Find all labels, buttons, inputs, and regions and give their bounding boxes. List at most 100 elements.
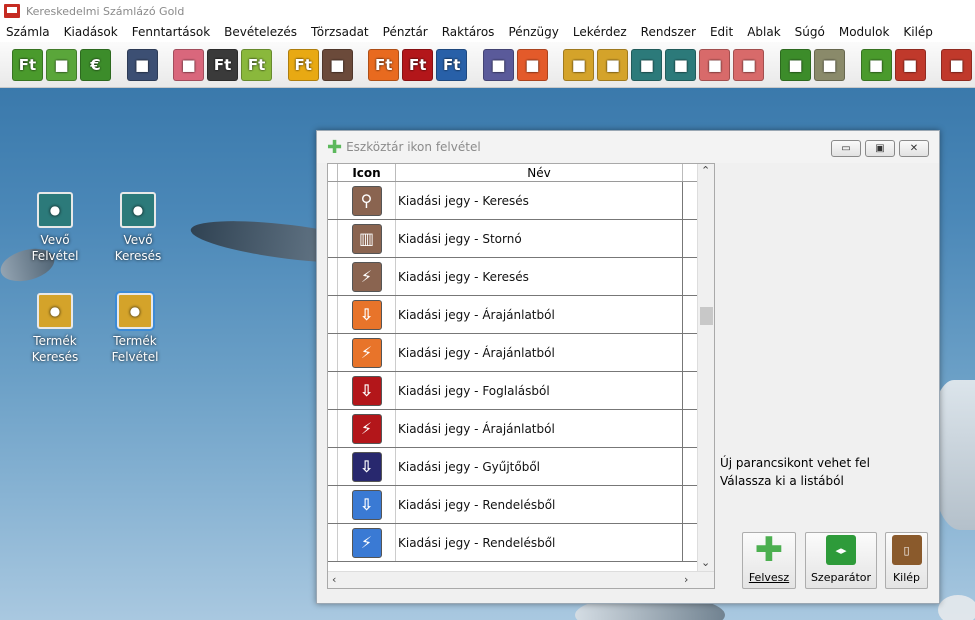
table-row[interactable]: ⇩ Kiadási jegy - Árajánlatból: [328, 296, 714, 334]
tools-icon[interactable]: ■: [699, 48, 731, 81]
menu-item[interactable]: Rendszer: [641, 25, 696, 39]
row-icon-cell: ⚡: [338, 334, 396, 371]
row-selector[interactable]: [328, 296, 338, 333]
table-row[interactable]: ⇩ Kiadási jegy - Gyűjtőből: [328, 448, 714, 486]
menu-item[interactable]: Modulok: [839, 25, 890, 39]
scroll-up-icon[interactable]: ⌃: [701, 164, 710, 177]
desktop-shortcut[interactable]: ● Termék Keresés: [20, 293, 90, 365]
vertical-scrollbar[interactable]: ⌃ ⌄: [697, 164, 714, 572]
truck-icon[interactable]: ■: [482, 48, 514, 81]
exit-icon[interactable]: ■: [941, 48, 973, 81]
table-row[interactable]: ▥ Kiadási jegy - Stornó: [328, 220, 714, 258]
menu-item[interactable]: Törzsadat: [311, 25, 369, 39]
menu-item[interactable]: Raktáros: [442, 25, 495, 39]
row-selector[interactable]: [328, 524, 338, 561]
menu-item[interactable]: Bevételezés: [224, 25, 297, 39]
settings-icon[interactable]: ■: [813, 48, 845, 81]
row-icon-cell: ⚲: [338, 182, 396, 219]
menu-item[interactable]: Pénztár: [383, 25, 428, 39]
table-row[interactable]: ⚡ Kiadási jegy - Árajánlatból: [328, 410, 714, 448]
row-selector[interactable]: [328, 258, 338, 295]
row-selector[interactable]: [328, 182, 338, 219]
scroll-down-icon[interactable]: ⌄: [701, 556, 710, 569]
trash-icon: ▥: [351, 223, 382, 254]
row-name-cell: Kiadási jegy - Rendelésből: [396, 486, 683, 523]
column-header-name[interactable]: Név: [396, 164, 683, 181]
forint-green-icon[interactable]: Ft: [241, 48, 273, 81]
menu-bar: Számla Kiadások Fenntartások Bevételezés Tör…: [0, 22, 975, 42]
menu-item[interactable]: Pénzügy: [508, 25, 558, 39]
download-icon[interactable]: ■: [779, 48, 811, 81]
grid-rows: ⚲ Kiadási jegy - Keresés ▥ Kiadási jegy - S…: [328, 182, 714, 562]
forint-dark-icon[interactable]: Ft: [207, 48, 239, 81]
user-out-icon[interactable]: ■: [894, 48, 926, 81]
download-arrow-icon: ⇩: [351, 375, 382, 406]
exit-button[interactable]: ▯ Kilép: [885, 532, 928, 589]
door-exit-icon: ▯: [891, 535, 922, 565]
row-selector[interactable]: [328, 410, 338, 447]
desktop-shortcut[interactable]: ● Vevő Keresés: [103, 192, 173, 264]
column-header-icon[interactable]: Icon: [338, 164, 396, 181]
euro-icon[interactable]: €: [80, 48, 111, 81]
row-selector[interactable]: [328, 220, 338, 257]
scroll-thumb[interactable]: [700, 307, 713, 325]
row-selector[interactable]: [328, 486, 338, 523]
desktop-shortcut-label: Termék Felvétel: [111, 334, 159, 364]
minimize-button[interactable]: ▭: [831, 140, 861, 157]
table-row[interactable]: ⚡ Kiadási jegy - Árajánlatból: [328, 334, 714, 372]
add-button[interactable]: ✚ Felvesz: [742, 530, 796, 589]
plus-icon: ✚: [327, 136, 343, 158]
scroll-right-icon[interactable]: ›: [684, 573, 688, 586]
user-in-icon[interactable]: ■: [860, 48, 892, 81]
row-selector[interactable]: [328, 372, 338, 409]
menu-item[interactable]: Kiadások: [64, 25, 118, 39]
user-add-icon: ●: [37, 192, 73, 228]
scroll-left-icon[interactable]: ‹: [332, 573, 336, 586]
row-name-cell: Kiadási jegy - Rendelésből: [396, 524, 683, 561]
lightning-icon: ⚡: [351, 261, 382, 292]
table-row[interactable]: ⚲ Kiadási jegy - Keresés: [328, 182, 714, 220]
user-icon[interactable]: ■: [631, 48, 663, 81]
menu-item[interactable]: Ablak: [747, 25, 780, 39]
forint-orange-icon[interactable]: Ft: [368, 48, 400, 81]
desktop-shortcut-label: Vevő Felvétel: [31, 233, 79, 263]
desktop-shortcut-label: Termék Keresés: [31, 334, 79, 364]
menu-item[interactable]: Kilép: [903, 25, 933, 39]
invoice-icon[interactable]: ■: [46, 48, 77, 81]
desktop-shortcut[interactable]: ● Termék Felvétel: [100, 291, 170, 365]
table-row[interactable]: ⚡ Kiadási jegy - Keresés: [328, 258, 714, 296]
table-row[interactable]: ⇩ Kiadási jegy - Rendelésből: [328, 486, 714, 524]
separator-button[interactable]: ◂▸ Szeparátor: [805, 532, 877, 589]
menu-item[interactable]: Fenntartások: [132, 25, 210, 39]
forint-yellow-icon[interactable]: Ft: [287, 48, 319, 81]
maximize-button[interactable]: ▣: [865, 140, 895, 157]
menu-item[interactable]: Edit: [710, 25, 733, 39]
apple-icon[interactable]: ■: [321, 48, 353, 81]
table-row[interactable]: ⚡ Kiadási jegy - Rendelésből: [328, 524, 714, 562]
search-red-icon[interactable]: ■: [733, 48, 765, 81]
row-icon-cell: ⚡: [338, 410, 396, 447]
forint-blue-icon[interactable]: Ft: [436, 48, 468, 81]
exit-button-label: Kilép: [892, 571, 921, 584]
forint-icon[interactable]: Ft: [12, 48, 43, 81]
separator-button-label: Szeparátor: [810, 571, 872, 584]
forint-red-icon[interactable]: Ft: [402, 48, 434, 81]
menu-item[interactable]: Számla: [6, 25, 50, 39]
print-preview-icon[interactable]: ■: [173, 48, 205, 81]
desktop-shortcut[interactable]: ● Vevő Felvétel: [20, 192, 90, 264]
menu-item[interactable]: Lekérdez: [573, 25, 627, 39]
horizontal-scrollbar[interactable]: ‹ ›: [328, 571, 714, 588]
user-search-icon[interactable]: ■: [665, 48, 697, 81]
info-line-1: Új parancsikont vehet fel: [720, 456, 870, 470]
user-search-icon: ●: [120, 192, 156, 228]
search-icon[interactable]: ■: [597, 48, 629, 81]
cash-register-icon[interactable]: ■: [563, 48, 595, 81]
bag-icon[interactable]: ■: [516, 48, 548, 81]
add-button-label: Felvesz: [748, 571, 790, 584]
row-selector[interactable]: [328, 448, 338, 485]
table-row[interactable]: ⇩ Kiadási jegy - Foglalásból: [328, 372, 714, 410]
menu-item[interactable]: Súgó: [795, 25, 825, 39]
close-button[interactable]: ✕: [899, 140, 929, 157]
row-selector[interactable]: [328, 334, 338, 371]
printer-icon[interactable]: ■: [126, 48, 158, 81]
